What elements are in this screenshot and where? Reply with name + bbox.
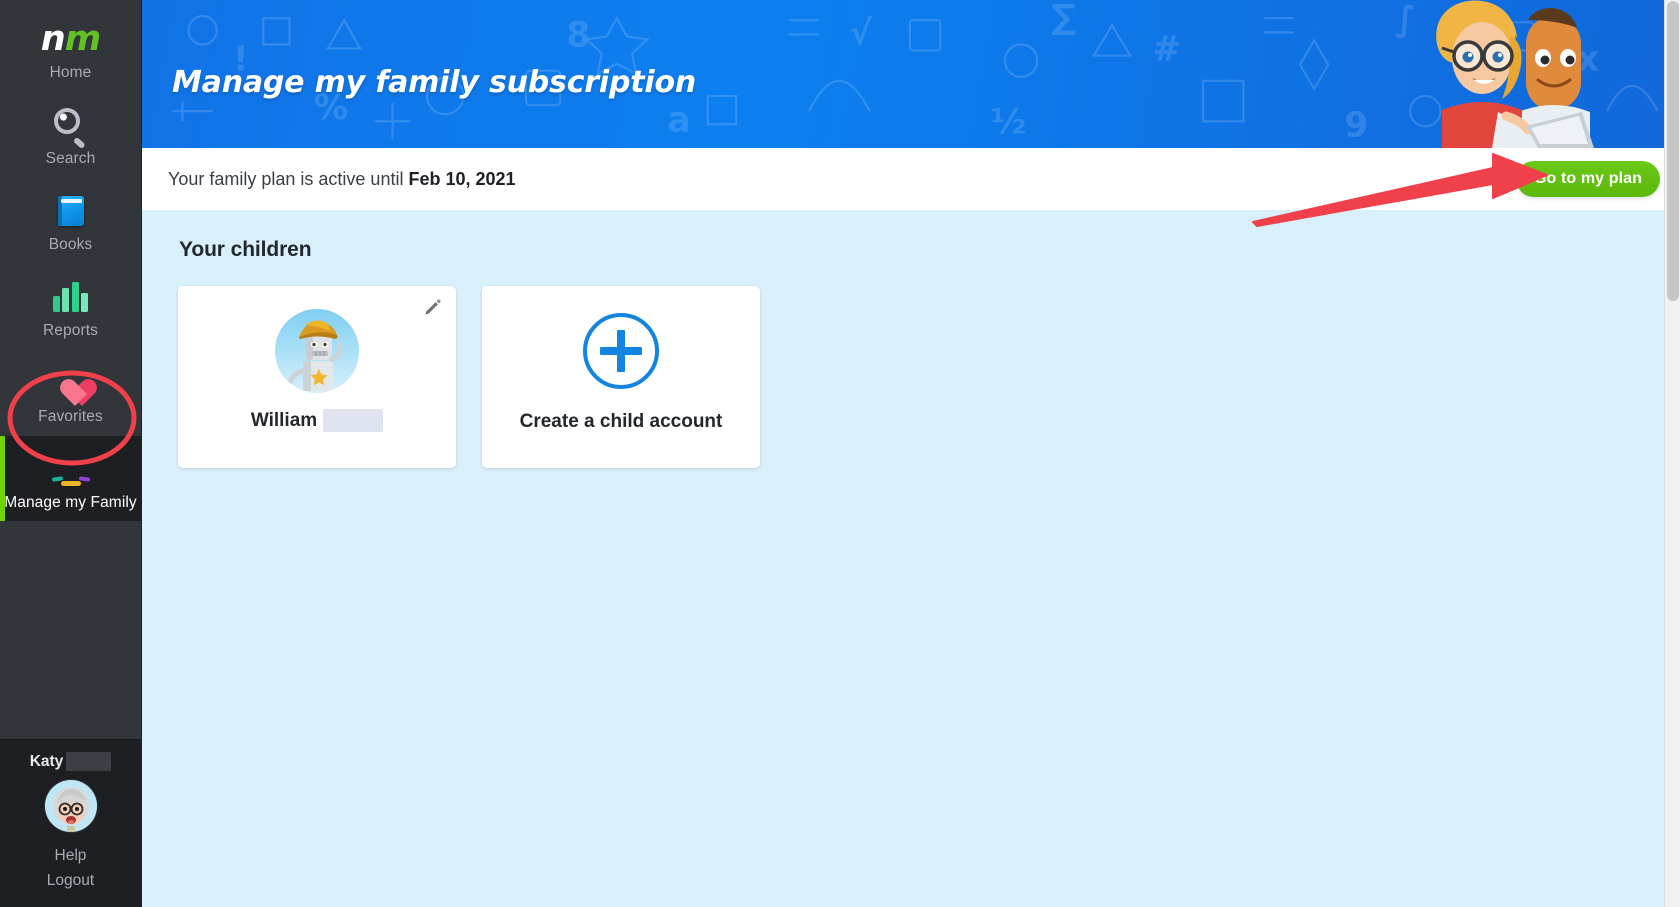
child-name: William (250, 409, 318, 431)
main-content: % 8 a √ ½ # 9 Q x ! ∑ ∫ Manage my family… (142, 0, 1680, 907)
svg-text:a: a (667, 100, 690, 140)
child-surname-redacted (323, 409, 384, 432)
child-card[interactable]: William (178, 286, 456, 468)
sidebar-item-favorites[interactable]: Favorites (0, 350, 141, 436)
svg-text:9: 9 (1344, 105, 1368, 145)
plus-circle-icon (583, 313, 659, 389)
bar-chart-icon (4, 274, 137, 320)
svg-text:#: # (1152, 30, 1181, 70)
logo-letter-n: n (40, 19, 66, 59)
sidebar-item-label: Reports (43, 321, 98, 339)
scientist-avatar-icon (44, 780, 97, 832)
sidebar-item-books[interactable]: Books (0, 178, 141, 264)
sidebar-item-search[interactable]: Search (0, 92, 141, 178)
children-section: Your children William Create a child acc… (142, 210, 1680, 468)
plan-expiry-date: Feb 10, 2021 (408, 168, 516, 189)
sidebar-item-label: Manage my Family (4, 493, 137, 511)
book-icon (4, 188, 137, 234)
page-scrollbar[interactable] (1664, 0, 1680, 907)
scrollbar-thumb[interactable] (1667, 1, 1679, 301)
create-child-account-label: Create a child account (519, 411, 723, 432)
user-name-row: Katy (6, 752, 135, 771)
family-icon (4, 446, 137, 492)
create-child-account-card[interactable]: Create a child account (482, 286, 760, 468)
help-link[interactable]: Help (55, 843, 87, 868)
user-name: Katy (29, 752, 64, 770)
svg-text:8: 8 (566, 15, 590, 55)
sidebar-item-label: Favorites (38, 407, 103, 425)
sidebar-item-label: Home (49, 64, 92, 81)
plan-status-text: Your family plan is active until Feb 10,… (168, 169, 516, 190)
sidebar-item-label: Search (45, 149, 96, 167)
search-icon (4, 102, 137, 150)
sidebar-nav: nm Home Search Books Reports Favorites M… (0, 0, 141, 522)
plan-status-bar: Your family plan is active until Feb 10,… (142, 148, 1680, 210)
user-surname-redacted (66, 752, 112, 771)
svg-text:√: √ (849, 13, 872, 53)
svg-text:∑: ∑ (1051, 0, 1076, 37)
child-avatar (275, 309, 359, 393)
child-cards-list: William Create a child account (178, 286, 1680, 468)
sidebar-item-home[interactable]: nm Home (0, 6, 141, 92)
app-root: nm Home Search Books Reports Favorites M… (0, 0, 1680, 907)
svg-text:½: ½ (991, 102, 1027, 142)
logo-letter-m: m (64, 19, 101, 59)
go-to-my-plan-button[interactable]: Go to my plan (1516, 161, 1660, 197)
heart-icon (4, 360, 137, 406)
page-title: Manage my family subscription (172, 65, 697, 100)
pencil-icon[interactable] (424, 298, 442, 316)
child-name-row: William (250, 409, 384, 432)
page-header-banner: % 8 a √ ½ # 9 Q x ! ∑ ∫ Manage my family… (142, 0, 1680, 148)
robot-cowboy-avatar-icon (275, 309, 359, 393)
section-heading: Your children (179, 238, 312, 261)
sidebar-footer: Katy Help Logout (0, 739, 141, 907)
plan-status-prefix: Your family plan is active until (168, 168, 404, 189)
logout-link[interactable]: Logout (47, 868, 94, 893)
sidebar-item-manage-family[interactable]: Manage my Family (0, 435, 141, 522)
parents-illustration (1436, 0, 1594, 148)
avatar[interactable] (44, 780, 97, 832)
nm-logo-icon: nm (4, 16, 137, 62)
sidebar: nm Home Search Books Reports Favorites M… (0, 0, 142, 907)
sidebar-item-label: Books (48, 235, 93, 253)
sidebar-item-reports[interactable]: Reports (0, 264, 141, 350)
